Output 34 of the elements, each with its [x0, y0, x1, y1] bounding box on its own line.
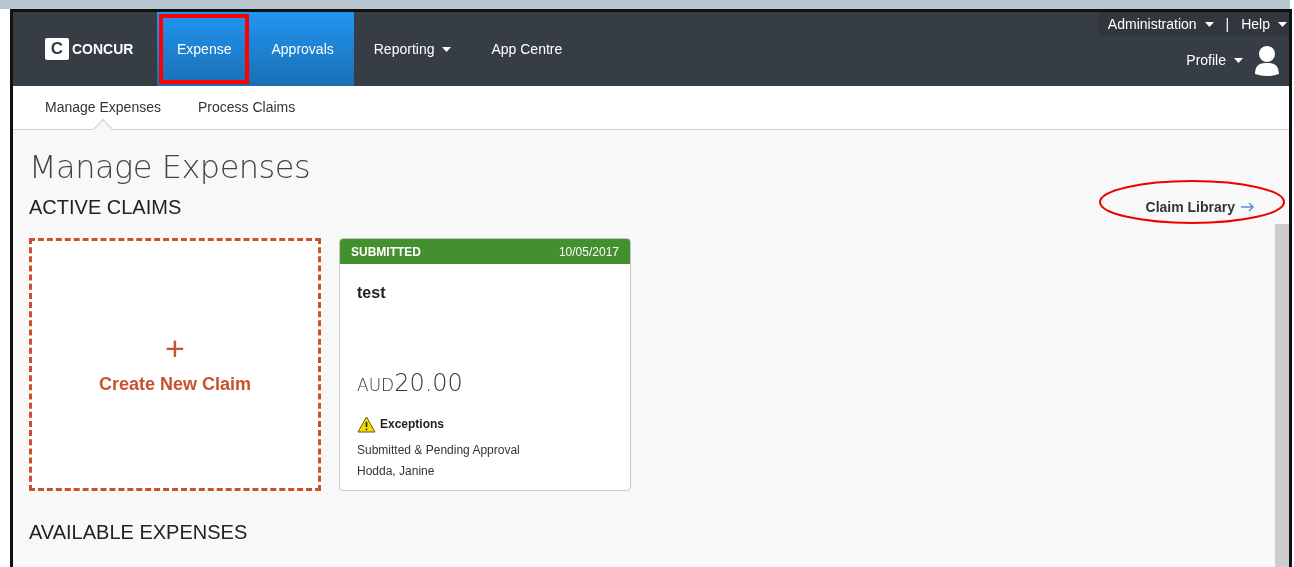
claim-amount: AUD20.00	[357, 368, 464, 399]
status-label: SUBMITTED	[351, 243, 421, 261]
caret-icon	[442, 46, 452, 52]
separator: |	[1225, 14, 1230, 34]
plus-icon: +	[165, 331, 185, 365]
create-claim-tile[interactable]: + Create New Claim	[29, 238, 321, 491]
nav-tab[interactable]: App Centre	[471, 12, 583, 86]
approver-name: Hodda, Janine	[357, 463, 436, 480]
nav-tab[interactable]: Approvals	[251, 12, 354, 86]
caret-icon	[1234, 57, 1243, 63]
claim-card[interactable]: SUBMITTED 10/05/2017 test AUD20.00 Exceptions Submitted & Pending Approval Hodda, Janine	[339, 238, 631, 491]
caret-icon	[1278, 21, 1287, 27]
section-heading: ACTIVE CLAIMS	[29, 195, 182, 220]
menu-link[interactable]: Administration	[1107, 13, 1214, 35]
profile-menu[interactable]: Profile	[1186, 49, 1243, 71]
warning-icon	[357, 415, 376, 433]
logo-mark: C	[45, 38, 69, 60]
menu-link[interactable]: Help	[1241, 13, 1287, 35]
section-heading: AVAILABLE EXPENSES	[29, 520, 249, 545]
caret-icon	[1204, 21, 1214, 27]
subnav-tab[interactable]: Manage Expenses	[45, 86, 161, 129]
nav-tab[interactable]: Reporting	[353, 12, 472, 86]
logo-text: CONCUR	[72, 39, 134, 59]
arrow-icon	[1241, 202, 1255, 212]
subnav-tab[interactable]: Process Claims	[197, 86, 296, 129]
tile-label: Create New Claim	[98, 373, 252, 396]
page-title: Manage Expenses	[29, 148, 312, 186]
scrollbar[interactable]	[1275, 224, 1289, 567]
alert-label: Exceptions	[380, 416, 445, 433]
nav-tab[interactable]: Expense	[157, 12, 252, 86]
avatar-icon	[1253, 44, 1281, 76]
claim-name: test	[357, 283, 387, 303]
claim-status: Submitted & Pending Approval	[357, 442, 521, 459]
claim-date: 10/05/2017	[558, 243, 619, 261]
